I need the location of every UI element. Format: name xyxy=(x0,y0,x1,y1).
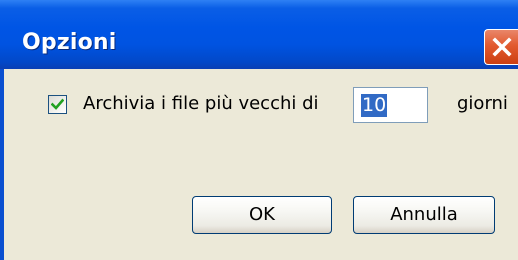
checkmark-icon xyxy=(51,98,64,110)
close-icon xyxy=(492,37,512,57)
days-input-value[interactable]: 10 xyxy=(361,94,388,117)
days-unit-label: giorni xyxy=(457,93,508,114)
days-input[interactable]: 10 xyxy=(353,87,428,123)
close-button[interactable] xyxy=(484,29,518,65)
options-dialog: Opzioni Archivia i file più vecchi di 10… xyxy=(0,0,518,260)
cancel-button[interactable]: Annulla xyxy=(353,196,495,234)
dialog-title: Opzioni xyxy=(22,30,117,55)
title-bar[interactable]: Opzioni xyxy=(0,0,518,69)
ok-button[interactable]: OK xyxy=(192,196,332,234)
archive-checkbox[interactable] xyxy=(48,95,67,114)
archive-checkbox-label[interactable]: Archivia i file più vecchi di xyxy=(83,93,319,114)
